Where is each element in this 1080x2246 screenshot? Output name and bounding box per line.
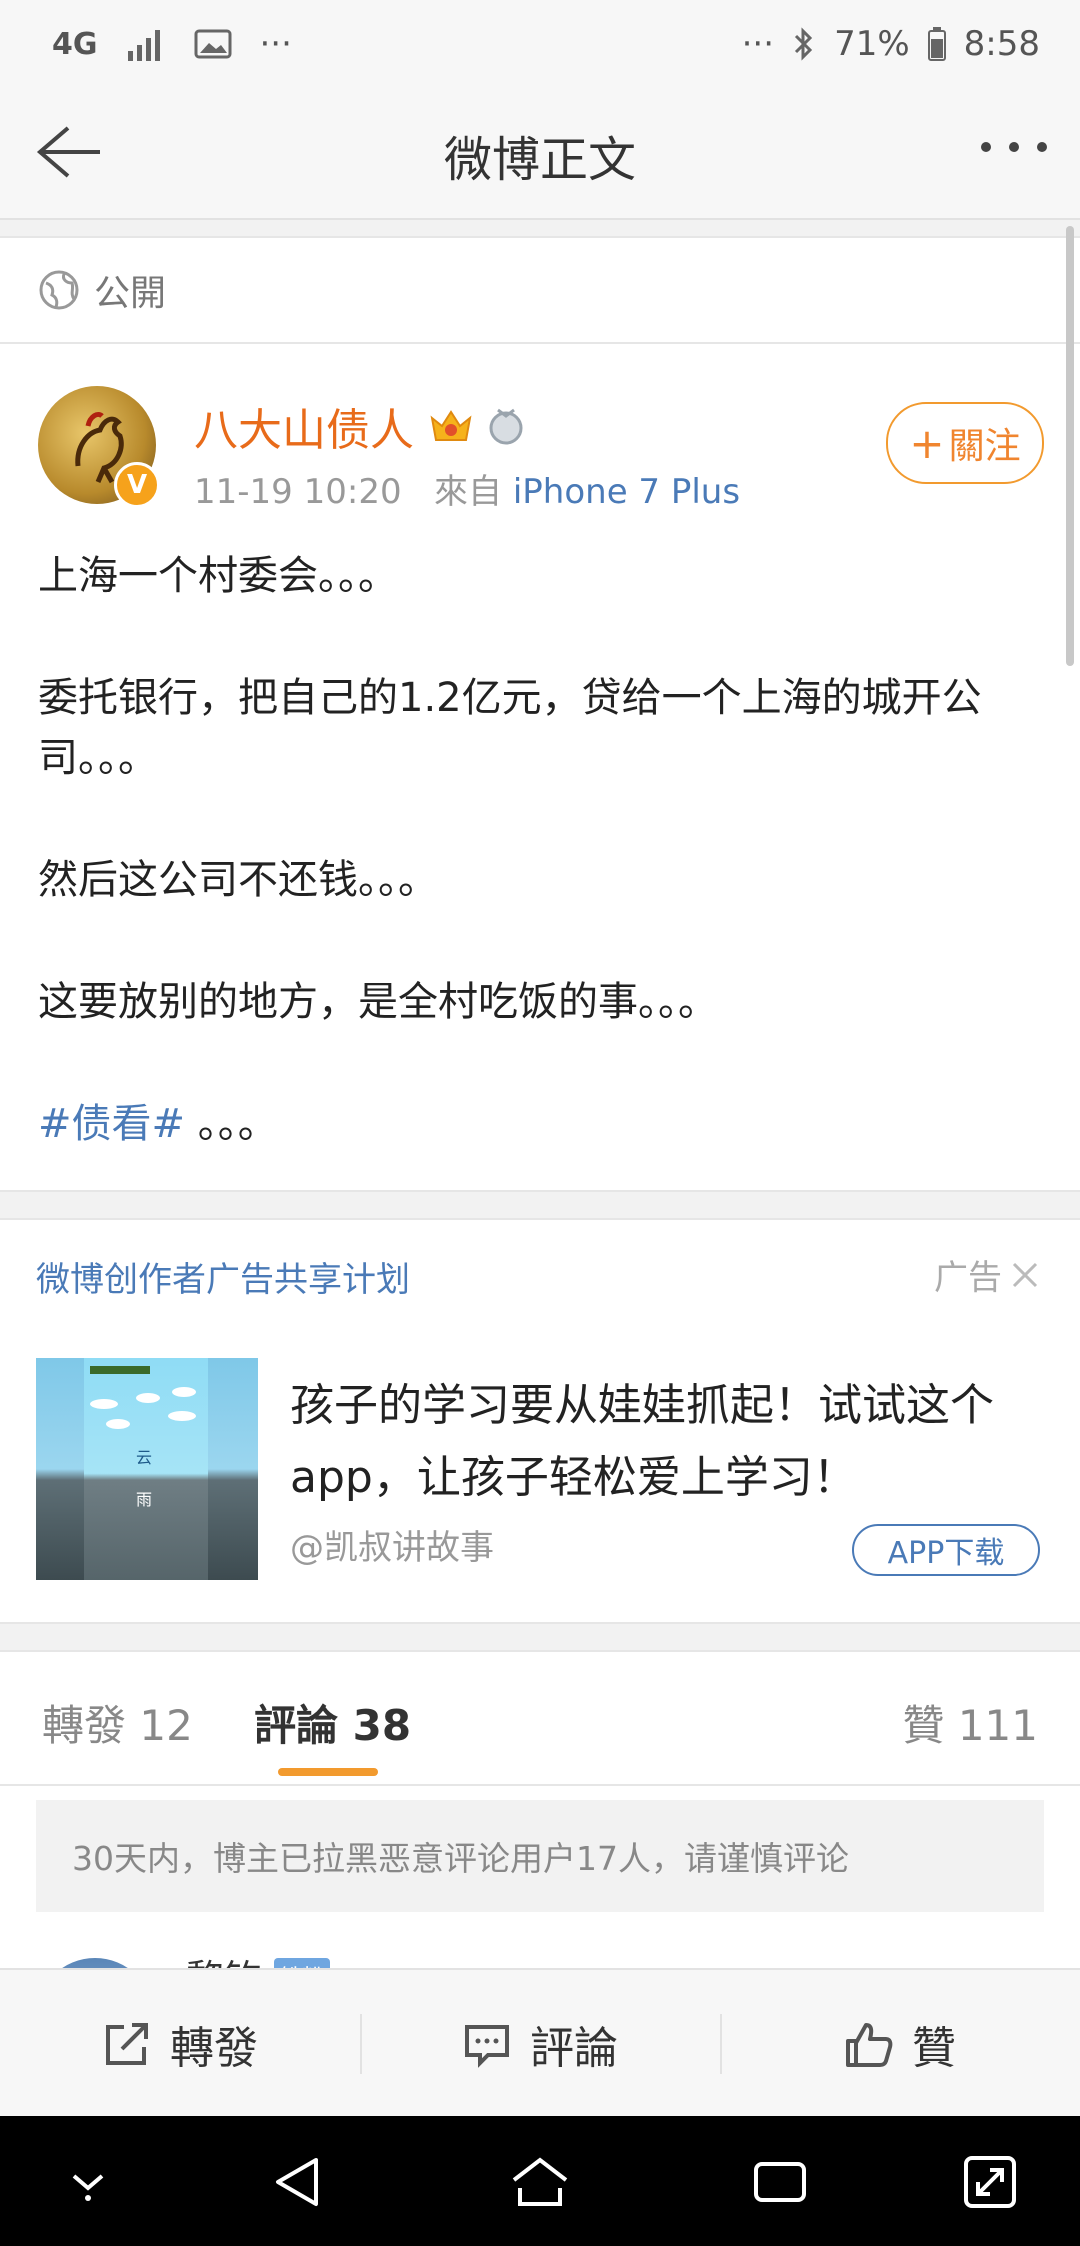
bluetooth-icon <box>795 27 813 61</box>
author-avatar[interactable]: V <box>38 386 160 508</box>
page-title: 微博正文 <box>443 132 636 188</box>
image-icon <box>194 29 231 59</box>
ad-handle[interactable]: @凯叔讲故事 <box>290 1520 494 1569</box>
hashtag-suffix: 。。。 <box>185 1101 278 1147</box>
comment-button[interactable]: 評論 <box>360 1970 720 2118</box>
tab-likes[interactable]: 贊 111 <box>902 1692 1038 1753</box>
close-icon[interactable] <box>1010 1260 1040 1290</box>
post-time: 11-19 10:20 <box>194 472 402 512</box>
active-tab-indicator <box>278 1768 378 1776</box>
ad-thumbnail-screen: 云 雨 <box>84 1358 208 1580</box>
post-source[interactable]: iPhone 7 Plus <box>513 472 740 512</box>
ad-thumb-text-rain: 雨 <box>136 1490 153 1509</box>
scrollbar[interactable] <box>1066 226 1074 666</box>
author-name[interactable]: 八大山债人 <box>194 394 414 458</box>
author-name-row: 八大山债人 <box>194 394 524 458</box>
hide-keyboard-icon[interactable] <box>60 2154 116 2210</box>
recent-apps-icon[interactable] <box>752 2154 808 2210</box>
system-nav-bar <box>0 2116 1080 2246</box>
share-icon <box>106 2023 148 2065</box>
tab-comments[interactable]: 評論 38 <box>254 1692 411 1753</box>
comment-item[interactable]: 黎钧 铁粉 <box>0 1932 1080 1968</box>
ad-label-text: 广告 <box>934 1258 1002 1298</box>
post-paragraph: 委托银行，把自己的1.2亿元，贷给一个上海的城开公司。。。 <box>38 675 982 781</box>
network-label: 4G <box>52 26 98 62</box>
ad-thumbnail[interactable]: 云 雨 <box>36 1358 258 1580</box>
tab-reposts[interactable]: 轉發 12 <box>42 1692 193 1753</box>
commenter-avatar[interactable] <box>36 1958 154 1968</box>
post-card: V 八大山债人 11-19 10:20 來自 iPhone 7 Plus + 關… <box>0 344 1080 1192</box>
battery-percent: 71% <box>834 24 910 64</box>
post-body: 上海一个村委会。。。 委托银行，把自己的1.2亿元，贷给一个上海的城开公司。。。… <box>38 546 1042 1154</box>
visibility-row: 公開 <box>0 236 1080 344</box>
more-options-icon[interactable] <box>978 132 1050 162</box>
source-prefix: 來自 <box>434 472 503 512</box>
more-notifications-icon: ··· <box>259 24 292 64</box>
interaction-tabs: 轉發 12 評論 38 贊 111 <box>0 1650 1080 1786</box>
back-nav-icon[interactable] <box>270 2154 326 2210</box>
medal-icon <box>489 408 523 445</box>
content-scroll[interactable]: 公開 V 八大山债人 11-19 10:20 來自 iPhone 7 Plus … <box>0 218 1080 1968</box>
commenter-row: 黎钧 铁粉 <box>186 1948 331 1968</box>
thumbs-up-icon <box>846 2023 893 2067</box>
post-paragraph: 然后这公司不还钱。。。 <box>38 857 438 903</box>
expand-icon[interactable] <box>962 2154 1018 2210</box>
action-bar: 轉發 評論 贊 <box>0 1968 1080 2118</box>
more-status-icon: ··· <box>741 24 775 64</box>
visibility-label: 公開 <box>94 273 167 314</box>
signal-icon <box>127 30 160 61</box>
repost-label: 轉發 <box>170 2023 258 2074</box>
globe-icon <box>39 270 79 310</box>
repost-button[interactable]: 轉發 <box>0 1970 360 2118</box>
follow-button[interactable]: + 關注 <box>886 402 1044 484</box>
post-paragraph: 这要放别的地方，是全村吃饭的事。。。 <box>38 979 718 1025</box>
like-label: 贊 <box>912 2023 956 2074</box>
hashtag-link[interactable]: #债看# <box>38 1101 185 1147</box>
comment-icon <box>465 2025 509 2068</box>
like-button[interactable]: 贊 <box>720 1970 1080 2118</box>
plus-icon: + <box>909 418 945 468</box>
fan-badge: 铁粉 <box>274 1957 331 1968</box>
post-meta: 11-19 10:20 來自 iPhone 7 Plus <box>194 464 740 513</box>
comment-notice: 30天内，博主已拉黑恶意评论用户17人，请谨慎评论 <box>36 1800 1044 1912</box>
status-bar: 4G ··· ··· 71% 8:58 <box>0 0 1080 90</box>
battery-icon <box>927 27 946 61</box>
nav-bar: 微博正文 <box>0 90 1080 220</box>
app-download-button[interactable]: APP下载 <box>852 1524 1040 1576</box>
clock: 8:58 <box>963 24 1040 64</box>
notice-wrap: 30天内，博主已拉黑恶意评论用户17人，请谨慎评论 <box>0 1786 1080 1932</box>
ad-plan-link[interactable]: 微博创作者广告共享计划 <box>36 1252 410 1301</box>
commenter-name[interactable]: 黎钧 <box>186 1948 262 1968</box>
post-hashtag-line: #债看# 。。。 <box>38 1094 1042 1154</box>
ad-thumb-text-cloud: 云 <box>136 1448 153 1467</box>
ad-label: 广告 <box>934 1250 1040 1299</box>
post-paragraph: 上海一个村委会。。。 <box>38 553 398 599</box>
ad-headline[interactable]: 孩子的学习要从娃娃抓起！试试这个app，让孩子轻松爱上学习！ <box>290 1370 1030 1514</box>
home-nav-icon[interactable] <box>510 2154 570 2210</box>
ad-card[interactable]: 微博创作者广告共享计划 广告 云 雨 孩子的学习要从娃娃抓起！试试这个app，让… <box>0 1218 1080 1624</box>
follow-label: 關注 <box>948 426 1021 467</box>
comment-label: 評論 <box>530 2023 618 2074</box>
verified-badge-icon: V <box>114 462 160 508</box>
crown-vip-icon <box>430 410 472 441</box>
